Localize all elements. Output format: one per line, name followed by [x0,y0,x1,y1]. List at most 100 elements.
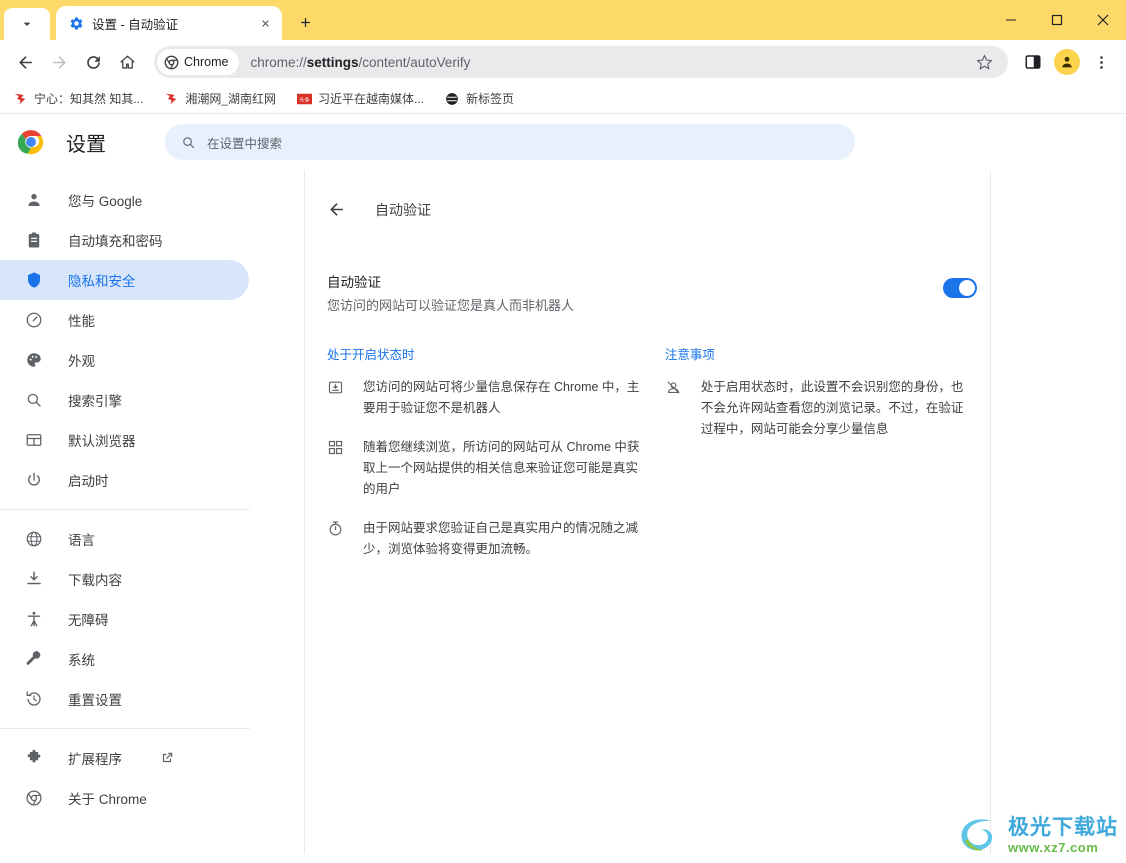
close-window-button[interactable] [1080,0,1126,40]
settings-header: 设置 在设置中搜索 [0,114,1126,170]
puzzle-icon [24,748,44,768]
content-area: 您与 Google 自动填充和密码 隐私和安全 性能 外观 搜索引擎 默认浏览器… [0,170,1126,854]
window-controls [988,0,1126,40]
search-icon [183,136,195,148]
chevron-down-icon [23,22,31,26]
auto-verify-toggle[interactable] [943,278,977,298]
column-title: 处于开启状态时 [327,348,415,362]
wrench-icon [24,649,44,669]
profile-button[interactable] [1050,45,1084,79]
plus-icon [300,17,310,27]
sidebar-item-about-chrome[interactable]: 关于 Chrome [0,778,249,818]
sidebar-item-reset-settings[interactable]: 重置设置 [0,679,249,719]
globe-icon [24,529,44,549]
chrome-icon [164,55,179,69]
back-button[interactable] [8,45,42,79]
site-favicon-red-icon [163,91,179,107]
watermark-title: 极光下载站 [1008,815,1118,839]
sidebar-item-extensions[interactable]: 扩展程序 [0,738,249,778]
tab-close-button[interactable] [256,14,274,32]
tab-strip: 设置 - 自动验证 [0,0,1126,40]
open-in-new-icon[interactable] [160,751,175,766]
sidebar-item-label: 语言 [68,533,95,548]
info-bullet: 由于网站要求您验证自己是真实用户的情况随之减少，浏览体验将变得更加流畅。 [327,518,665,560]
bookmark-item[interactable]: 宁心：知其然 知其... [12,90,143,107]
person-icon [1062,56,1072,68]
browser-menu-button[interactable] [1084,45,1118,79]
column-title: 注意事项 [664,348,715,362]
sidebar-item-label: 无障碍 [68,613,109,628]
setting-text-block: 自动验证 您访问的网站可以验证您是真人而非机器人 [327,272,943,316]
settings-main-panel: 自动验证 自动验证 您访问的网站可以验证您是真人而非机器人 处于开启状态时 您访… [305,170,990,854]
site-favicon-toutiao-icon: 头条 [296,91,312,107]
avatar [1054,49,1080,75]
sidebar-item-label: 扩展程序 [68,752,122,767]
sidebar-item-accessibility[interactable]: 无障碍 [0,599,249,639]
bookmark-item[interactable]: 头条 习近平在越南媒体... [296,90,424,107]
sidebar-item-system[interactable]: 系统 [0,639,249,679]
sidebar-item-label: 隐私和安全 [68,274,136,289]
settings-search-placeholder: 在设置中搜索 [207,136,283,151]
info-bullet: 您访问的网站可将少量信息保存在 Chrome 中，主要用于验证您不是机器人 [327,377,665,419]
watermark-url: www.xz7.com [1008,839,1099,855]
sidebar-item-label: 搜索引擎 [68,394,122,409]
sidebar-item-performance[interactable]: 性能 [0,300,249,340]
setting-description: 您访问的网站可以验证您是真人而非机器人 [327,298,575,313]
browser-tab-active[interactable]: 设置 - 自动验证 [56,6,282,40]
bookmark-item[interactable]: 新标签页 [444,90,514,107]
side-panel-icon [1025,55,1041,69]
sidebar-item-label: 启动时 [68,474,109,489]
new-tab-button[interactable] [290,7,320,37]
sidebar-item-label: 您与 Google [68,194,143,209]
sidebar-item-label: 外观 [68,354,95,369]
tab-title: 设置 - 自动验证 [92,17,179,32]
address-bar[interactable]: Chrome chrome://settings/content/autoVer… [154,46,1008,78]
forward-button[interactable] [42,45,76,79]
restore-icon [24,689,44,709]
bullet-text: 由于网站要求您验证自己是真实用户的情况随之减少，浏览体验将变得更加流畅。 [363,521,639,556]
reload-button[interactable] [76,45,110,79]
subpage-header: 自动验证 [327,190,989,230]
sidebar-item-search-engine[interactable]: 搜索引擎 [0,380,249,420]
search-icon [24,390,44,410]
gear-icon [68,15,84,31]
sidebar-item-you-and-google[interactable]: 您与 Google [0,180,249,220]
sidebar-item-default-browser[interactable]: 默认浏览器 [0,420,249,460]
sidebar-item-appearance[interactable]: 外观 [0,340,249,380]
clipboard-icon [24,230,44,250]
settings-sidebar: 您与 Google 自动填充和密码 隐私和安全 性能 外观 搜索引擎 默认浏览器… [0,170,305,854]
bookmark-star-button[interactable] [968,46,1000,78]
back-arrow-icon[interactable] [327,200,347,220]
url-text: chrome://settings/content/autoVerify [250,55,968,70]
sidebar-item-privacy-security[interactable]: 隐私和安全 [0,260,249,300]
palette-icon [24,350,44,370]
sidebar-item-label: 重置设置 [68,693,122,708]
bookmark-item[interactable]: 湘潮网_湖南红网 [163,90,276,107]
sidebar-item-languages[interactable]: 语言 [0,519,249,559]
sidebar-item-label: 系统 [68,653,95,668]
site-favicon-globe-icon [444,91,460,107]
auto-verify-setting-row: 自动验证 您访问的网站可以验证您是真人而非机器人 [327,272,989,316]
right-gutter [990,170,1126,854]
sidebar-item-on-startup[interactable]: 启动时 [0,460,249,500]
visibility-off-icon [665,379,683,397]
minimize-button[interactable] [988,0,1034,40]
home-button[interactable] [110,45,144,79]
bookmark-label: 宁心：知其然 知其... [34,92,144,106]
url-prefix: chrome:// [250,54,307,70]
subpage-title: 自动验证 [375,202,431,218]
bullet-text: 随着您继续浏览，所访问的网站可从 Chrome 中获取上一个网站提供的相关信息来… [363,440,640,496]
power-icon [24,470,44,490]
sidebar-item-downloads[interactable]: 下载内容 [0,559,249,599]
info-bullet: 随着您继续浏览，所访问的网站可从 Chrome 中获取上一个网站提供的相关信息来… [327,437,665,500]
watermark: 极光下载站 www.xz7.com [957,815,1118,855]
chrome-origin-chip: Chrome [157,49,240,75]
side-panel-button[interactable] [1016,45,1050,79]
maximize-button[interactable] [1034,0,1080,40]
settings-search-input[interactable]: 在设置中搜索 [165,124,855,160]
sidebar-divider [0,509,250,510]
sidebar-item-label: 性能 [68,314,95,329]
tab-search-button[interactable] [4,8,50,40]
sidebar-item-autofill[interactable]: 自动填充和密码 [0,220,249,260]
bookmark-label: 习近平在越南媒体... [318,92,425,106]
